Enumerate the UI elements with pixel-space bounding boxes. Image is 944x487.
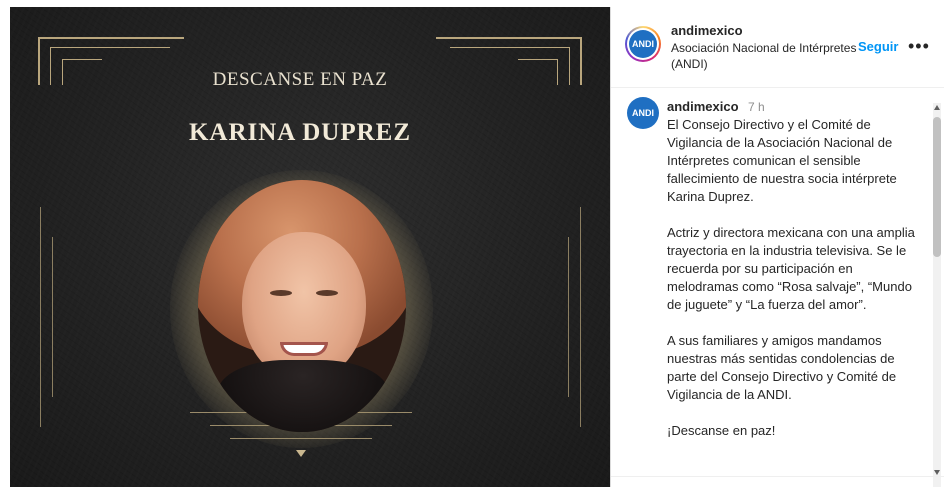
heading-name: KARINA DUPREZ bbox=[188, 119, 412, 146]
frame-line bbox=[450, 47, 570, 48]
caption-paragraph: Actriz y directora mexicana con una ampl… bbox=[667, 225, 915, 312]
caption-area: ANDI andimexico 7 h El Consejo Directivo… bbox=[611, 88, 944, 487]
post-header: ANDI andimexico Asociación Nacional de I… bbox=[611, 7, 944, 88]
post-image[interactable]: DESCANSE EN PAZ KARINA DUPREZ bbox=[10, 7, 610, 487]
portrait-eye bbox=[316, 290, 338, 296]
post-sidebar: ANDI andimexico Asociación Nacional de I… bbox=[610, 7, 944, 487]
frame-line bbox=[518, 59, 558, 60]
scroll-down-icon[interactable] bbox=[934, 470, 940, 475]
follow-button[interactable]: Seguir bbox=[858, 39, 898, 54]
scrollbar[interactable] bbox=[933, 103, 941, 487]
caption-paragraph: El Consejo Directivo y el Comité de Vigi… bbox=[667, 117, 897, 204]
portrait-smile bbox=[280, 342, 328, 356]
frame-line bbox=[568, 237, 569, 397]
caption-timestamp[interactable]: 7 h bbox=[748, 100, 765, 114]
frame-line bbox=[40, 207, 41, 427]
caption-text: El Consejo Directivo y el Comité de Vigi… bbox=[667, 116, 923, 458]
portrait-scarf bbox=[218, 360, 388, 432]
frame-line bbox=[436, 37, 582, 39]
caption-paragraph: ¡Descanse en paz! bbox=[667, 423, 776, 438]
avatar: ANDI bbox=[629, 30, 657, 58]
portrait-eye bbox=[270, 290, 292, 296]
frame-line bbox=[50, 47, 170, 48]
portrait-photo bbox=[198, 180, 406, 432]
story-ring[interactable]: ANDI bbox=[625, 26, 661, 62]
heading-rest-in-peace: DESCANSE EN PAZ bbox=[212, 69, 388, 90]
frame-line bbox=[580, 207, 581, 427]
scrollbar-thumb[interactable] bbox=[933, 117, 941, 257]
caption-username[interactable]: andimexico bbox=[667, 99, 739, 114]
frame-line bbox=[38, 37, 184, 39]
avatar-frame: ANDI bbox=[627, 28, 659, 60]
caption-paragraph: A sus familiares y amigos mandamos nuest… bbox=[667, 333, 897, 402]
frame-line bbox=[62, 59, 102, 60]
divider bbox=[611, 476, 944, 477]
header-username[interactable]: andimexico bbox=[671, 23, 743, 38]
header-subtitle: Asociación Nacional de Intérpretes (ANDI… bbox=[671, 41, 857, 71]
more-options-icon[interactable]: ••• bbox=[908, 36, 930, 57]
triangle-ornament bbox=[296, 450, 306, 457]
caption-avatar[interactable]: ANDI bbox=[627, 97, 659, 129]
scroll-up-icon[interactable] bbox=[934, 105, 940, 110]
frame-line bbox=[52, 237, 53, 397]
